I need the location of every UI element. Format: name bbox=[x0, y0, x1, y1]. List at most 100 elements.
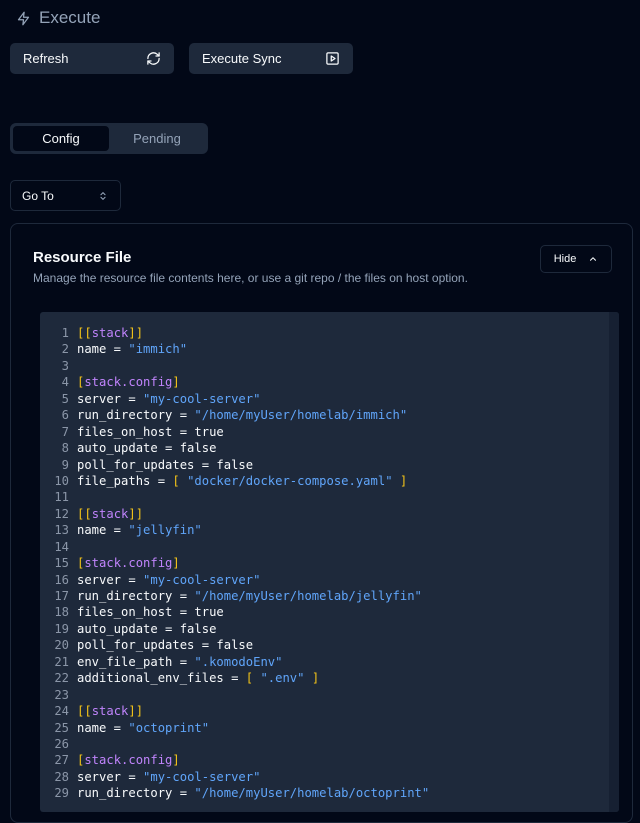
line-number: 22 bbox=[54, 671, 69, 686]
line-text: env_file_path = ".komodoEnv" bbox=[77, 654, 283, 669]
line-number: 14 bbox=[54, 539, 69, 554]
line-number: 17 bbox=[54, 589, 69, 603]
line-number: 6 bbox=[61, 408, 69, 423]
line-number: 18 bbox=[54, 605, 69, 620]
code-line: 25 name = "octoprint" bbox=[40, 720, 429, 736]
line-text: files_on_host = true bbox=[77, 424, 224, 439]
line-text: name = "jellyfin" bbox=[77, 523, 202, 538]
refresh-button-label: Refresh bbox=[23, 51, 69, 66]
line-number: 3 bbox=[61, 358, 69, 373]
code-line: 8 auto_update = false bbox=[40, 440, 429, 456]
code-line: 4 [stack.config] bbox=[40, 374, 429, 390]
code-line: 5 server = "my-cool-server" bbox=[40, 391, 429, 407]
code-line: 12 [[stack]] bbox=[40, 506, 429, 522]
chevrons-up-down-icon bbox=[100, 191, 106, 200]
hide-button[interactable]: Hide bbox=[540, 245, 612, 273]
code-line: 9 poll_for_updates = false bbox=[40, 457, 429, 473]
line-text: [[stack]] bbox=[77, 704, 144, 719]
line-number: 19 bbox=[54, 621, 69, 636]
line-number: 10 bbox=[54, 473, 69, 488]
code-line: 19 auto_update = false bbox=[40, 621, 429, 637]
line-number: 1 bbox=[61, 326, 69, 340]
execute-sync-button[interactable]: Execute Sync bbox=[189, 43, 353, 74]
code-line: 24 [[stack]] bbox=[40, 703, 429, 719]
code-line: 26 bbox=[40, 736, 429, 752]
code-line: 28 server = "my-cool-server" bbox=[40, 769, 429, 785]
line-number: 13 bbox=[54, 523, 69, 538]
code-line: 10 file_paths = [ "docker/docker-compose.… bbox=[40, 473, 429, 489]
line-text: [stack.config] bbox=[77, 753, 180, 768]
line-number: 11 bbox=[54, 490, 69, 505]
code-line: 15 [stack.config] bbox=[40, 555, 429, 571]
editor-scrollbar[interactable] bbox=[609, 312, 619, 812]
line-number: 24 bbox=[54, 704, 69, 719]
code-editor[interactable]: 1 [[stack]] 2 name = "immich" 3 4 [stack.confi… bbox=[40, 312, 619, 812]
card-title: Resource File bbox=[33, 249, 132, 266]
line-text: run_directory = "/home/myUser/homelab/im… bbox=[77, 408, 408, 423]
line-number: 4 bbox=[61, 375, 69, 390]
line-number: 9 bbox=[61, 457, 69, 472]
code-line: 27 [stack.config] bbox=[40, 752, 429, 768]
code-line: 16 server = "my-cool-server" bbox=[40, 572, 429, 588]
line-text: run_directory = "/home/myUser/homelab/oc… bbox=[77, 786, 430, 801]
code-line: 2 name = "immich" bbox=[40, 341, 429, 357]
line-text: file_paths = [ "docker/docker-compose.ya… bbox=[77, 473, 408, 488]
code-line: 7 files_on_host = true bbox=[40, 424, 429, 440]
view-tabs: Config Pending bbox=[10, 123, 208, 154]
line-number: 7 bbox=[61, 424, 69, 439]
line-text: [[stack]] bbox=[77, 506, 144, 521]
page-title: Execute bbox=[39, 8, 101, 27]
refresh-icon bbox=[147, 52, 160, 65]
line-number: 28 bbox=[54, 769, 69, 784]
line-text: [stack.config] bbox=[77, 375, 180, 390]
line-text: files_on_host = true bbox=[77, 605, 224, 620]
go-to-select[interactable]: Go To bbox=[10, 180, 121, 211]
line-text: server = "my-cool-server" bbox=[77, 572, 261, 587]
resource-file-card: Resource File Manage the resource file c… bbox=[10, 223, 633, 823]
line-number: 12 bbox=[54, 506, 69, 521]
line-number: 20 bbox=[54, 638, 69, 653]
tab-pending[interactable]: Pending bbox=[109, 126, 205, 151]
line-text: run_directory = "/home/myUser/homelab/je… bbox=[77, 589, 422, 603]
code-line: 18 files_on_host = true bbox=[40, 604, 429, 620]
code-line: 23 bbox=[40, 687, 429, 703]
line-number: 15 bbox=[54, 556, 69, 571]
line-text: additional_env_files = [ ".env" ] bbox=[77, 671, 320, 686]
line-text: name = "immich" bbox=[77, 342, 188, 357]
code-line: 14 bbox=[40, 539, 429, 555]
code-line: 20 poll_for_updates = false bbox=[40, 637, 429, 653]
code-lines: 1 [[stack]] 2 name = "immich" 3 4 [stack.confi… bbox=[40, 325, 429, 802]
line-number: 27 bbox=[54, 753, 69, 768]
line-number: 25 bbox=[54, 720, 69, 735]
line-text: server = "my-cool-server" bbox=[77, 391, 261, 406]
line-text: poll_for_updates = false bbox=[77, 457, 254, 472]
line-number: 26 bbox=[54, 736, 69, 751]
line-text: auto_update = false bbox=[77, 621, 217, 636]
code-line: 1 [[stack]] bbox=[40, 325, 429, 341]
line-number: 21 bbox=[54, 654, 69, 669]
line-number: 8 bbox=[61, 441, 69, 456]
page-header: Execute bbox=[16, 6, 100, 30]
chevron-up-icon bbox=[590, 257, 597, 261]
code-line: 6 run_directory = "/home/myUser/homelab/i… bbox=[40, 407, 429, 423]
code-line: 13 name = "jellyfin" bbox=[40, 522, 429, 538]
line-text: [stack.config] bbox=[77, 556, 180, 571]
line-number: 16 bbox=[54, 572, 69, 587]
code-line: 22 additional_env_files = [ ".env" ] bbox=[40, 670, 429, 686]
tab-config[interactable]: Config bbox=[13, 126, 109, 151]
line-number: 23 bbox=[54, 687, 69, 702]
play-square-icon bbox=[326, 52, 339, 65]
line-text: poll_for_updates = false bbox=[77, 638, 254, 653]
line-text: [[stack]] bbox=[77, 326, 144, 340]
line-number: 5 bbox=[61, 391, 69, 406]
card-description: Manage the resource file contents here, … bbox=[33, 271, 468, 285]
line-number: 29 bbox=[54, 786, 69, 801]
code-line: 3 bbox=[40, 358, 429, 374]
refresh-button[interactable]: Refresh bbox=[10, 43, 174, 74]
go-to-label: Go To bbox=[22, 188, 54, 203]
line-text: auto_update = false bbox=[77, 441, 217, 456]
line-text: server = "my-cool-server" bbox=[77, 769, 261, 784]
zap-icon bbox=[17, 11, 30, 25]
line-number: 2 bbox=[61, 342, 69, 357]
line-text: name = "octoprint" bbox=[77, 720, 210, 735]
